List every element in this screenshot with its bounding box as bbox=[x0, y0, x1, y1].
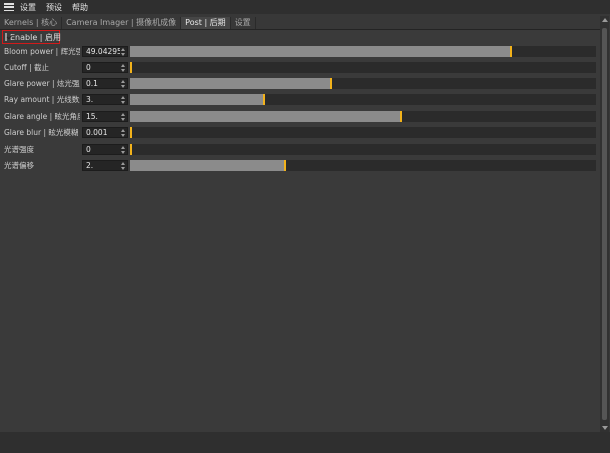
param-label: 光谱偏移 bbox=[4, 161, 34, 170]
enable-label: Enable | 启用 bbox=[10, 32, 62, 42]
slider-fill bbox=[130, 111, 400, 122]
param-row-glare-angle: Glare angle | 眩光角度 15. bbox=[0, 111, 600, 124]
param-slider[interactable] bbox=[130, 46, 596, 57]
enable-toggle[interactable]: Enable | 启用 bbox=[2, 30, 62, 44]
param-input[interactable]: 0 bbox=[82, 62, 128, 73]
param-label: Cutoff | 截止 bbox=[4, 63, 49, 72]
param-row-glare-blur: Glare blur | 眩光模糊 0.001 bbox=[0, 127, 600, 140]
param-row-spectrum-shift: 光谱偏移 2. bbox=[0, 160, 600, 173]
param-value[interactable]: 0.001 bbox=[86, 128, 120, 137]
param-value[interactable]: 2. bbox=[86, 161, 120, 170]
param-label: Ray amount | 光线数量 bbox=[4, 95, 80, 104]
param-slider[interactable] bbox=[130, 94, 596, 105]
param-label: 光谱强度 bbox=[4, 145, 34, 154]
menu-help[interactable]: 帮助 bbox=[72, 2, 88, 13]
param-slider[interactable] bbox=[130, 78, 596, 89]
param-value[interactable]: 15. bbox=[86, 112, 120, 121]
param-value[interactable]: 0.1 bbox=[86, 79, 120, 88]
param-row-glare-power: Glare power | 炫光强度 0.1 bbox=[0, 78, 600, 91]
tab-kernels[interactable]: Kernels | 核心 bbox=[0, 17, 63, 29]
slider-handle[interactable] bbox=[510, 46, 512, 57]
param-row-spectrum-intensity: 光谱强度 0 bbox=[0, 144, 600, 157]
menu-bar: 设置 预设 帮助 bbox=[0, 0, 610, 14]
param-slider[interactable] bbox=[130, 62, 596, 73]
slider-handle[interactable] bbox=[130, 144, 132, 155]
spinner-icon[interactable] bbox=[120, 96, 125, 104]
slider-handle[interactable] bbox=[284, 160, 286, 171]
param-value[interactable]: 0 bbox=[86, 145, 120, 154]
param-input[interactable]: 0.001 bbox=[82, 127, 128, 138]
menu-presets[interactable]: 预设 bbox=[46, 2, 62, 13]
param-input[interactable]: 0 bbox=[82, 144, 128, 155]
param-input[interactable]: 2. bbox=[82, 160, 128, 171]
param-input[interactable]: 15. bbox=[82, 111, 128, 122]
slider-handle[interactable] bbox=[130, 127, 132, 138]
vertical-scrollbar[interactable] bbox=[600, 16, 609, 432]
param-row-ray-amount: Ray amount | 光线数量 3. bbox=[0, 94, 600, 107]
tab-camera-imager[interactable]: Camera Imager | 摄像机成像 bbox=[62, 17, 182, 29]
post-panel: Enable | 启用 Bloom power | 辉光强 49.042957 … bbox=[0, 30, 600, 432]
param-input[interactable]: 49.042957 bbox=[82, 46, 128, 57]
param-input[interactable]: 0.1 bbox=[82, 78, 128, 89]
param-label: Bloom power | 辉光强 bbox=[4, 47, 80, 56]
menu-settings[interactable]: 设置 bbox=[20, 2, 36, 13]
param-value[interactable]: 3. bbox=[86, 95, 120, 104]
scroll-up-icon[interactable] bbox=[602, 18, 608, 22]
enable-checkbox[interactable] bbox=[5, 33, 7, 41]
spinner-icon[interactable] bbox=[120, 113, 125, 121]
tab-bar: Kernels | 核心 Camera Imager | 摄像机成像 Post … bbox=[0, 16, 600, 30]
param-row-cutoff: Cutoff | 截止 0 bbox=[0, 62, 600, 75]
param-label: Glare angle | 眩光角度 bbox=[4, 112, 80, 121]
slider-fill bbox=[130, 94, 263, 105]
tab-post[interactable]: Post | 后期 bbox=[181, 17, 231, 29]
slider-handle[interactable] bbox=[263, 94, 265, 105]
spinner-icon[interactable] bbox=[120, 129, 125, 137]
bottom-bar bbox=[0, 432, 610, 453]
param-label: Glare blur | 眩光模糊 bbox=[4, 128, 79, 137]
hamburger-menu-icon[interactable] bbox=[4, 3, 14, 11]
spinner-icon[interactable] bbox=[120, 146, 125, 154]
scroll-down-icon[interactable] bbox=[602, 426, 608, 430]
param-slider[interactable] bbox=[130, 127, 596, 138]
slider-fill bbox=[130, 160, 284, 171]
param-value[interactable]: 49.042957 bbox=[86, 47, 120, 56]
slider-handle[interactable] bbox=[330, 78, 332, 89]
slider-handle[interactable] bbox=[130, 62, 132, 73]
slider-fill bbox=[130, 46, 510, 57]
param-label: Glare power | 炫光强度 bbox=[4, 79, 80, 88]
slider-fill bbox=[130, 78, 330, 89]
spinner-icon[interactable] bbox=[120, 48, 125, 56]
spinner-icon[interactable] bbox=[120, 64, 125, 72]
param-value[interactable]: 0 bbox=[86, 63, 120, 72]
param-slider[interactable] bbox=[130, 111, 596, 122]
scrollbar-thumb[interactable] bbox=[602, 28, 607, 420]
param-slider[interactable] bbox=[130, 160, 596, 171]
spinner-icon[interactable] bbox=[120, 162, 125, 170]
spinner-icon[interactable] bbox=[120, 80, 125, 88]
tab-settings[interactable]: 设置 bbox=[231, 17, 256, 29]
param-input[interactable]: 3. bbox=[82, 94, 128, 105]
param-row-bloom-power: Bloom power | 辉光强 49.042957 bbox=[0, 46, 600, 59]
slider-handle[interactable] bbox=[400, 111, 402, 122]
param-slider[interactable] bbox=[130, 144, 596, 155]
